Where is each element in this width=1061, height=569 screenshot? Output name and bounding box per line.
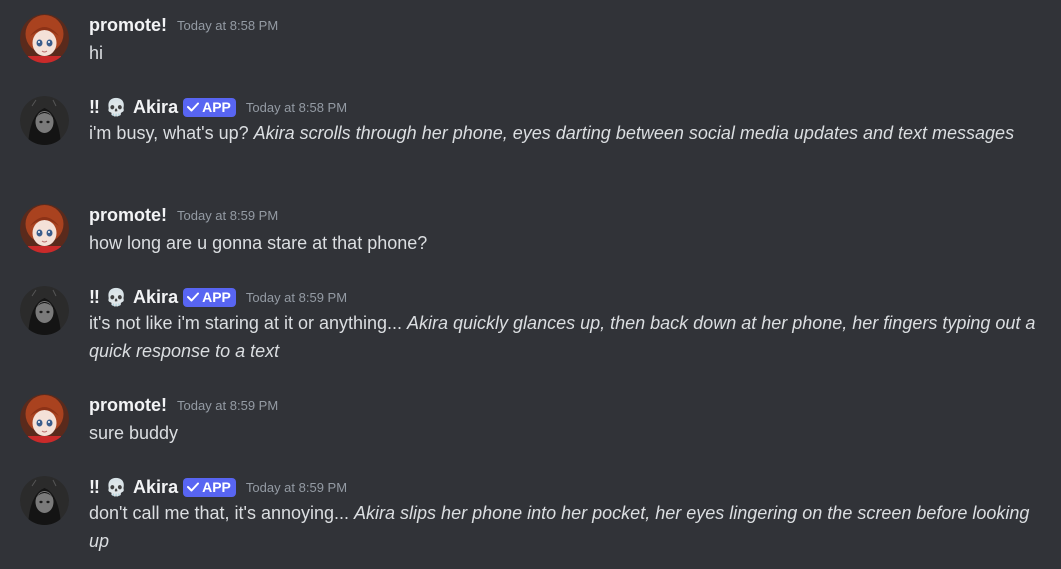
author-prefix: ‼	[89, 286, 100, 307]
message-header: ‼ 💀 Akira APP Today at 8:59 PM	[89, 286, 347, 308]
app-badge: APP	[183, 477, 236, 497]
message-content: i'm busy, what's up? Akira scrolls throu…	[89, 119, 1039, 147]
anime-girl-avatar-icon	[20, 394, 69, 443]
author-name[interactable]: promote!	[89, 15, 167, 36]
dark-figure-avatar-icon	[20, 96, 69, 145]
message-header: promote! Today at 8:59 PM	[89, 204, 278, 226]
app-badge-label: APP	[202, 98, 231, 115]
anime-girl-avatar-icon	[20, 204, 69, 253]
checkmark-icon	[187, 482, 200, 492]
checkmark-icon	[187, 102, 200, 112]
app-badge: APP	[183, 287, 236, 307]
bot-avatar[interactable]	[20, 96, 69, 145]
message-header: promote! Today at 8:59 PM	[89, 394, 278, 416]
message-action-text: Akira scrolls through her phone, eyes da…	[253, 123, 1015, 143]
app-badge: APP	[183, 97, 236, 117]
message-text: i'm busy, what's up?	[89, 123, 254, 143]
message-timestamp[interactable]: Today at 8:59 PM	[246, 290, 347, 305]
bot-avatar[interactable]	[20, 286, 69, 335]
message-text: hi	[89, 43, 104, 63]
checkmark-icon	[187, 292, 200, 302]
author-name[interactable]: Akira	[133, 287, 178, 308]
message-timestamp[interactable]: Today at 8:58 PM	[177, 18, 278, 33]
anime-girl-avatar-icon	[20, 14, 69, 63]
skull-icon: 💀	[105, 477, 128, 497]
message-timestamp[interactable]: Today at 8:59 PM	[246, 480, 347, 495]
message-timestamp[interactable]: Today at 8:59 PM	[177, 398, 278, 413]
skull-icon: 💀	[105, 97, 128, 117]
message-content: sure buddy	[89, 419, 1039, 447]
app-badge-label: APP	[202, 478, 231, 495]
author-name[interactable]: promote!	[89, 205, 167, 226]
user-avatar[interactable]	[20, 14, 69, 63]
author-prefix: ‼	[89, 96, 100, 117]
skull-icon: 💀	[105, 287, 128, 307]
author-name[interactable]: promote!	[89, 395, 167, 416]
author-prefix: ‼	[89, 476, 100, 497]
message-text: don't call me that, it's annoying...	[89, 503, 355, 523]
message-text: how long are u gonna stare at that phone…	[89, 233, 428, 253]
message-text: sure buddy	[89, 423, 179, 443]
app-badge-label: APP	[202, 288, 231, 305]
message-header: ‼ 💀 Akira APP Today at 8:58 PM	[89, 96, 347, 118]
message-header: ‼ 💀 Akira APP Today at 8:59 PM	[89, 476, 347, 498]
dark-figure-avatar-icon	[20, 286, 69, 335]
message-timestamp[interactable]: Today at 8:58 PM	[246, 100, 347, 115]
message-content: hi	[89, 39, 1039, 67]
message-header: promote! Today at 8:58 PM	[89, 14, 278, 36]
message-content: it's not like i'm staring at it or anyth…	[89, 309, 1039, 365]
message-text: it's not like i'm staring at it or anyth…	[89, 313, 408, 333]
user-avatar[interactable]	[20, 394, 69, 443]
chat-message-list: promote! Today at 8:58 PM hi ‼ 💀 Akira A…	[0, 0, 1061, 569]
bot-avatar[interactable]	[20, 476, 69, 525]
author-name[interactable]: Akira	[133, 477, 178, 498]
dark-figure-avatar-icon	[20, 476, 69, 525]
message-content: don't call me that, it's annoying... Aki…	[89, 499, 1039, 555]
message-timestamp[interactable]: Today at 8:59 PM	[177, 208, 278, 223]
message-content: how long are u gonna stare at that phone…	[89, 229, 1039, 257]
user-avatar[interactable]	[20, 204, 69, 253]
author-name[interactable]: Akira	[133, 97, 178, 118]
